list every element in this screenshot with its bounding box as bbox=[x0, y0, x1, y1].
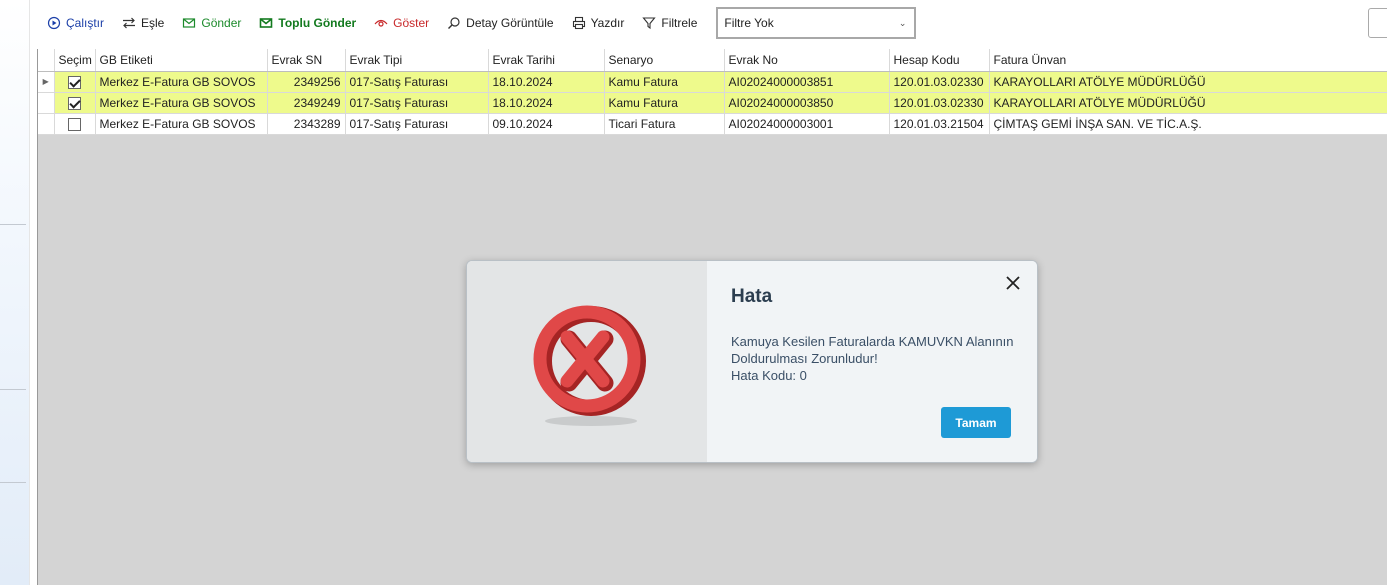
column-header[interactable]: Evrak Tarihi bbox=[488, 49, 605, 72]
cell-invoice-title[interactable]: ÇİMTAŞ GEMİ İNŞA SAN. VE TİC.A.Ş. bbox=[989, 113, 1387, 135]
error-x-icon bbox=[533, 305, 646, 426]
column-header[interactable]: Seçim bbox=[54, 49, 96, 72]
row-select-checkbox[interactable] bbox=[54, 71, 96, 93]
show-button[interactable]: Göster bbox=[365, 10, 438, 36]
right-edge-control[interactable] bbox=[1368, 8, 1387, 38]
cell-scenario[interactable]: Ticari Fatura bbox=[604, 113, 725, 135]
cell-doc-no[interactable]: AI02024000003001 bbox=[724, 113, 890, 135]
send-button[interactable]: Gönder bbox=[173, 10, 250, 36]
bulk-send-label: Toplu Gönder bbox=[278, 16, 357, 30]
print-button[interactable]: Yazdır bbox=[563, 10, 634, 36]
map-label: Eşle bbox=[141, 16, 165, 30]
cell-doc-type[interactable]: 017-Satış Faturası bbox=[345, 113, 489, 135]
cell-doc-sn[interactable]: 2349256 bbox=[267, 71, 346, 93]
cell-invoice-title[interactable]: KARAYOLLARI ATÖLYE MÜDÜRLÜĞÜ bbox=[989, 71, 1387, 93]
printer-icon bbox=[572, 16, 585, 30]
swap-arrows-icon bbox=[123, 17, 136, 29]
dialog-image-pane bbox=[467, 261, 707, 462]
magnifier-icon bbox=[448, 17, 460, 29]
detail-view-button[interactable]: Detay Görüntüle bbox=[438, 10, 562, 36]
table-row[interactable]: Merkez E-Fatura GB SOVOS 2343289 017-Sat… bbox=[38, 113, 1387, 135]
dialog-message: Kamuya Kesilen Faturalarda KAMUVKN Alanı… bbox=[731, 333, 1037, 384]
checkbox-unchecked[interactable] bbox=[68, 117, 81, 131]
cell-gb-label[interactable]: Merkez E-Fatura GB SOVOS bbox=[95, 71, 268, 93]
close-icon[interactable] bbox=[1003, 273, 1023, 293]
divider bbox=[0, 224, 26, 225]
cell-account-code[interactable]: 120.01.03.02330 bbox=[889, 92, 990, 114]
cell-invoice-title[interactable]: KARAYOLLARI ATÖLYE MÜDÜRLÜĞÜ bbox=[989, 92, 1387, 114]
column-header[interactable]: Hesap Kodu bbox=[889, 49, 990, 72]
play-circle-icon bbox=[47, 16, 61, 30]
cell-doc-no[interactable]: AI02024000003851 bbox=[724, 71, 890, 93]
send-label: Gönder bbox=[201, 16, 242, 30]
row-indicator bbox=[38, 113, 55, 135]
error-dialog: Hata Kamuya Kesilen Faturalarda KAMUVKN … bbox=[466, 260, 1038, 463]
column-header[interactable]: Senaryo bbox=[604, 49, 725, 72]
column-header[interactable]: Evrak SN bbox=[267, 49, 346, 72]
cell-scenario[interactable]: Kamu Fatura bbox=[604, 71, 725, 93]
dialog-title: Hata bbox=[731, 286, 773, 307]
table-row[interactable]: Merkez E-Fatura GB SOVOS 2349249 017-Sat… bbox=[38, 92, 1387, 114]
cell-doc-date[interactable]: 18.10.2024 bbox=[488, 71, 605, 93]
divider bbox=[0, 482, 26, 483]
cell-doc-sn[interactable]: 2343289 bbox=[267, 113, 346, 135]
table-row[interactable]: ▶ Merkez E-Fatura GB SOVOS 2349256 017-S… bbox=[38, 71, 1387, 93]
funnel-icon bbox=[642, 17, 657, 30]
grid-header-row: Seçim GB Etiketi Evrak SN Evrak Tipi Evr… bbox=[38, 49, 1387, 72]
filter-dropdown-value: Filtre Yok bbox=[724, 16, 774, 30]
documents-grid: Seçim GB Etiketi Evrak SN Evrak Tipi Evr… bbox=[38, 49, 1387, 135]
checkbox-checked[interactable] bbox=[68, 96, 81, 110]
bulk-envelope-icon bbox=[260, 18, 273, 28]
show-label: Göster bbox=[393, 16, 430, 30]
dialog-content: Hata Kamuya Kesilen Faturalarda KAMUVKN … bbox=[707, 261, 1037, 462]
cell-scenario[interactable]: Kamu Fatura bbox=[604, 92, 725, 114]
eye-icon bbox=[374, 19, 388, 27]
column-header[interactable]: Fatura Ünvan bbox=[989, 49, 1387, 72]
cell-doc-sn[interactable]: 2349249 bbox=[267, 92, 346, 114]
cell-doc-type[interactable]: 017-Satış Faturası bbox=[345, 92, 489, 114]
row-indicator bbox=[38, 92, 55, 114]
row-select-checkbox[interactable] bbox=[54, 92, 96, 114]
filter-dropdown[interactable]: Filtre Yok ⌄ bbox=[716, 7, 917, 39]
row-indicator-header bbox=[38, 49, 55, 72]
column-header[interactable]: Evrak No bbox=[724, 49, 890, 72]
filter-button[interactable]: Filtrele bbox=[633, 10, 706, 36]
divider bbox=[0, 389, 26, 390]
cell-gb-label[interactable]: Merkez E-Fatura GB SOVOS bbox=[95, 92, 268, 114]
print-label: Yazdır bbox=[590, 16, 625, 30]
checkbox-checked[interactable] bbox=[68, 75, 81, 89]
cell-account-code[interactable]: 120.01.03.21504 bbox=[889, 113, 990, 135]
cell-doc-date[interactable]: 18.10.2024 bbox=[488, 92, 605, 114]
current-row-indicator-icon: ▶ bbox=[38, 71, 55, 93]
bulk-send-button[interactable]: Toplu Gönder bbox=[250, 10, 365, 36]
column-header[interactable]: Evrak Tipi bbox=[345, 49, 489, 72]
cell-account-code[interactable]: 120.01.03.02330 bbox=[889, 71, 990, 93]
run-button[interactable]: Çalıştır bbox=[38, 10, 113, 36]
run-label: Çalıştır bbox=[66, 16, 105, 30]
detail-view-label: Detay Görüntüle bbox=[466, 16, 554, 30]
chevron-down-icon: ⌄ bbox=[898, 17, 907, 28]
toolbar: Çalıştır Eşle Gönder Toplu Gönder Göster… bbox=[38, 6, 917, 40]
error-code-text: Hata Kodu: 0 bbox=[731, 368, 807, 383]
column-header[interactable]: GB Etiketi bbox=[95, 49, 268, 72]
cell-doc-date[interactable]: 09.10.2024 bbox=[488, 113, 605, 135]
cell-gb-label[interactable]: Merkez E-Fatura GB SOVOS bbox=[95, 113, 268, 135]
left-side-panel bbox=[0, 0, 30, 585]
envelope-icon bbox=[183, 18, 196, 28]
map-button[interactable]: Eşle bbox=[113, 10, 173, 36]
ok-button[interactable]: Tamam bbox=[941, 407, 1011, 438]
cell-doc-type[interactable]: 017-Satış Faturası bbox=[345, 71, 489, 93]
row-select-checkbox[interactable] bbox=[54, 113, 96, 135]
cell-doc-no[interactable]: AI02024000003850 bbox=[724, 92, 890, 114]
filter-label: Filtrele bbox=[661, 16, 698, 30]
error-message-text: Kamuya Kesilen Faturalarda KAMUVKN Alanı… bbox=[731, 334, 1014, 366]
